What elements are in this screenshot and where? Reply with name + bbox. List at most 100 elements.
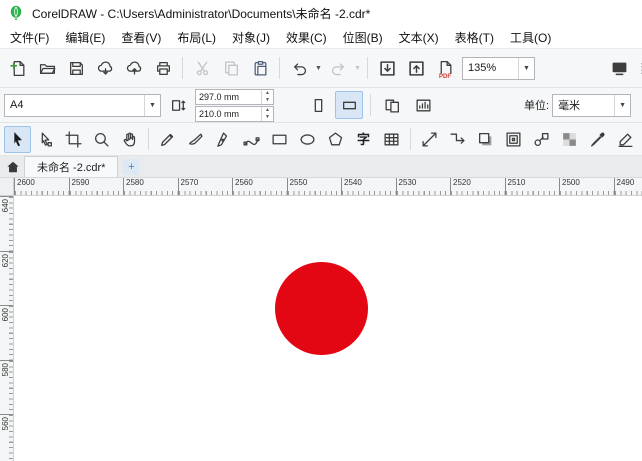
open-from-cloud-button[interactable] [91,54,119,82]
paste-button[interactable] [246,54,274,82]
all-pages-icon [384,97,401,114]
save-button[interactable] [62,54,90,82]
polygon-tool-button[interactable] [322,126,349,153]
drop-shadow-tool-button[interactable] [472,126,499,153]
home-tab-button[interactable] [2,157,24,177]
save-to-cloud-button[interactable] [120,54,148,82]
shape-tool-button[interactable] [32,126,59,153]
ellipse-tool-button[interactable] [294,126,321,153]
vertical-ruler[interactable]: 640 620 600 580 560 [0,196,14,461]
page-width-value: 297.0 mm [199,92,261,102]
spin-down-icon[interactable]: ▼ [262,97,273,104]
crop-tool-button[interactable] [60,126,87,153]
eyedropper-tool-button[interactable] [584,126,611,153]
new-document-button[interactable] [4,54,32,82]
freehand-tool-button[interactable] [154,126,181,153]
redo-button [324,54,352,82]
dimension-tool-button[interactable] [416,126,443,153]
menu-item[interactable]: 查看(V) [113,26,169,49]
ruler-mark: 2530 [396,178,451,195]
menubar: 文件(F) 编辑(E) 查看(V) 布局(L) 对象(J) 效果(C) 位图(B… [0,26,642,49]
page-width-stepper[interactable]: 297.0 mm ▲ ▼ [195,89,274,105]
page-height-stepper[interactable]: 210.0 mm ▲ ▼ [195,106,274,122]
dimension-line-icon [421,131,438,148]
red-circle-shape[interactable] [275,262,368,355]
add-page-button[interactable]: + [123,159,139,175]
artistic-media-tool-button[interactable] [182,126,209,153]
blend-tool-button[interactable] [528,126,555,153]
import-button[interactable] [373,54,401,82]
menu-item[interactable]: 编辑(E) [57,26,113,49]
ruler-mark: 2570 [178,178,233,195]
all-pages-button[interactable] [378,91,406,119]
menu-item[interactable]: 位图(B) [335,26,391,49]
document-tabbar: 未命名 -2.cdr* + [0,156,642,178]
horizontal-ruler[interactable]: 2600 2590 2580 2570 2560 2550 2540 [0,178,642,196]
menu-item[interactable]: 文本(X) [391,26,447,49]
ruler-origin-corner[interactable] [0,178,14,195]
print-button[interactable] [149,54,177,82]
table-tool-button[interactable] [378,126,405,153]
show-rulers-button[interactable] [634,54,642,82]
menu-item[interactable]: 文件(F) [2,26,57,49]
page-sorter-icon [415,97,432,114]
page-dimensions-icon [170,97,187,114]
pan-tool-button[interactable] [116,126,143,153]
document-tab-active[interactable]: 未命名 -2.cdr* [24,156,118,177]
undo-button[interactable] [285,54,313,82]
open-button[interactable] [33,54,61,82]
toolbar-separator [410,128,411,150]
export-button[interactable] [402,54,430,82]
ruler-mark: 2540 [341,178,396,195]
page-size-preset-select[interactable]: A4 ▼ [4,94,161,117]
text-tool-icon: 字 [357,133,370,146]
pen-tool-button[interactable] [210,126,237,153]
undo-dropdown-caret[interactable]: ▼ [314,65,323,72]
spin-up-icon[interactable]: ▲ [262,107,273,114]
print-icon [155,60,172,77]
connector-tool-button[interactable] [444,126,471,153]
menu-item[interactable]: 效果(C) [278,26,335,49]
window-title: CorelDRAW - C:\Users\Administrator\Docum… [32,5,370,22]
cloud-upload-icon [126,60,143,77]
bezier-tool-button[interactable] [238,126,265,153]
rectangle-icon [271,131,288,148]
current-page-button[interactable] [409,91,437,119]
spin-up-icon[interactable]: ▲ [262,90,273,97]
transparency-tool-button[interactable] [556,126,583,153]
ellipse-icon [299,131,316,148]
menu-item[interactable]: 工具(O) [502,26,559,49]
outline-pen-tool-button[interactable] [612,126,639,153]
cut-button [188,54,216,82]
publish-pdf-button[interactable]: PDF [431,54,459,82]
landscape-orientation-button[interactable] [335,91,363,119]
menu-item[interactable]: 对象(J) [224,26,278,49]
toolbar-separator [367,57,368,79]
text-tool-button[interactable]: 字 [350,126,377,153]
units-label: 单位: [524,97,549,113]
cut-icon [194,60,211,77]
paste-icon [252,60,269,77]
zoom-tool-button[interactable] [88,126,115,153]
rectangle-tool-button[interactable] [266,126,293,153]
ruler-mark: 560 [0,414,13,461]
fullscreen-preview-button[interactable] [605,54,633,82]
property-bar: A4 ▼ 297.0 mm ▲ ▼ 210.0 mm ▲ ▼ [0,88,642,123]
cloud-download-icon [97,60,114,77]
transparency-checker-icon [561,131,578,148]
ruler-mark: 580 [0,360,13,415]
units-select[interactable]: 毫米 ▼ [552,94,631,117]
portrait-orientation-button[interactable] [304,91,332,119]
page-height-value: 210.0 mm [199,109,261,119]
bezier-curve-icon [243,131,260,148]
zoom-level-select[interactable]: 135% ▼ [462,57,535,80]
freehand-pencil-icon [159,131,176,148]
contour-tool-button[interactable] [500,126,527,153]
menu-item[interactable]: 表格(T) [447,26,502,49]
pick-tool-button[interactable] [4,126,31,153]
menu-item[interactable]: 布局(L) [169,26,224,49]
standard-toolbar: ▼ ▼ PDF 135% ▼ [0,49,642,88]
new-document-icon [10,60,27,77]
drawing-canvas[interactable] [14,196,642,461]
spin-down-icon[interactable]: ▼ [262,114,273,121]
